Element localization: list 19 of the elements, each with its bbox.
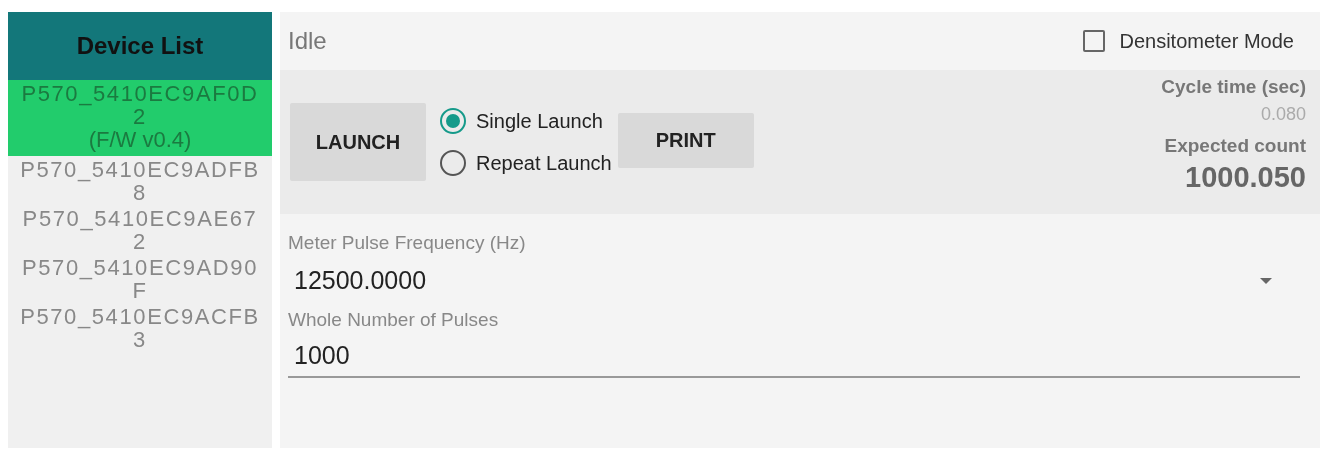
expected-count-value: 1000.050 xyxy=(1185,161,1306,194)
caret-icon xyxy=(1260,277,1272,284)
densitometer-checkbox[interactable]: Densitometer Mode xyxy=(1083,29,1294,53)
radio-icon[interactable] xyxy=(440,108,466,134)
launch-button[interactable]: LAUNCH xyxy=(290,103,426,181)
frequency-label: Meter Pulse Frequency (Hz) xyxy=(288,232,527,254)
pulses-label: Whole Number of Pulses xyxy=(288,309,500,331)
radio-icon[interactable] xyxy=(440,150,466,176)
launch-mode-radio[interactable]: Repeat Launch xyxy=(440,150,612,176)
print-button[interactable]: PRINT xyxy=(617,112,754,168)
cycle-time-label: Cycle time (sec) xyxy=(1161,76,1306,98)
cycle-time-value: 0.080 xyxy=(1260,104,1306,125)
device-list-title: Device List xyxy=(8,12,272,80)
expected-count-label: Expected count xyxy=(1164,135,1306,157)
pulses-input[interactable]: 1000 xyxy=(288,331,1300,378)
launch-mode-radio[interactable]: Single Launch xyxy=(440,108,612,134)
frequency-dropdown[interactable]: 12500.0000 xyxy=(288,254,1300,309)
checkbox-icon[interactable] xyxy=(1083,30,1106,52)
status-text: Idle xyxy=(288,27,327,55)
